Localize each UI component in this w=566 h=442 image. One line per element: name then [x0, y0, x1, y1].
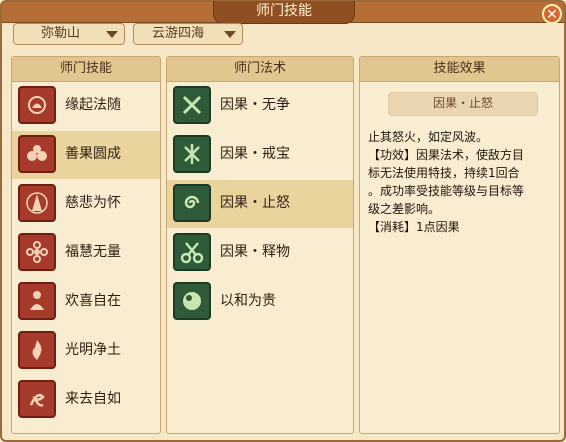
crossed-swords-icon	[173, 86, 211, 124]
window-title: 师门技能	[213, 1, 355, 24]
flame-icon	[18, 331, 56, 369]
rune-icon	[173, 135, 211, 173]
category-dropdown-value: 云游四海	[152, 26, 205, 41]
skill-row-7[interactable]: 来去自如	[12, 376, 160, 424]
meditating-monk-icon	[18, 282, 56, 320]
skill-row-6[interactable]: 光明净土	[12, 327, 160, 375]
effect-panel-title: 技能效果	[360, 57, 559, 82]
selected-skill-name: 因果・止怒	[388, 92, 538, 116]
skills-panel-title: 师门技能	[12, 57, 160, 82]
spells-panel-title: 师门法术	[167, 57, 353, 82]
spell-label: 以和为贵	[220, 293, 276, 309]
description-line: 【功效】因果法术，使敌方目	[368, 148, 525, 162]
flower-icon	[18, 233, 56, 271]
scroll-icon	[18, 380, 56, 418]
skills-panel: 师门技能 缘起法随 善果圆成 慈悲为怀 福慧无量 欢喜自在 光明净土 来去自如	[11, 56, 161, 434]
skill-label: 善果圆成	[65, 146, 121, 162]
sect-dropdown-value: 弥勒山	[41, 26, 81, 41]
description-line: 。成功率受技能等级与目标等	[368, 184, 525, 198]
skill-row-4[interactable]: 福慧无量	[12, 229, 160, 277]
category-dropdown[interactable]: 云游四海	[133, 23, 243, 45]
spell-row-2[interactable]: 因果・戒宝	[167, 131, 353, 179]
skill-label: 缘起法随	[65, 97, 121, 113]
spells-panel: 师门法术 因果・无争 因果・戒宝 因果・止怒 因果・释物 以和为贵	[166, 56, 354, 434]
chevron-down-icon	[224, 31, 236, 38]
spell-label: 因果・释物	[220, 244, 290, 260]
description-line: 标无法使用特技，持续1回合	[368, 166, 520, 180]
spell-label: 因果・戒宝	[220, 146, 290, 162]
praying-hands-icon	[18, 184, 56, 222]
effect-panel: 技能效果 因果・止怒 止其怒火，如定风波。 【功效】因果法术，使敌方目 标无法使…	[359, 56, 560, 434]
skill-row-5[interactable]: 欢喜自在	[12, 278, 160, 326]
close-button[interactable]: ✕	[542, 4, 562, 24]
skill-label: 光明净土	[65, 342, 121, 358]
description-line: 级之差影响。	[368, 202, 441, 216]
swirl-icon	[173, 184, 211, 222]
skill-description: 止其怒火，如定风波。 【功效】因果法术，使敌方目 标无法使用特技，持续1回合 。…	[368, 128, 553, 236]
chevron-down-icon	[106, 31, 118, 38]
spell-row-1[interactable]: 因果・无争	[167, 82, 353, 130]
skill-label: 慈悲为怀	[65, 195, 121, 211]
spell-row-3[interactable]: 因果・止怒	[167, 180, 353, 228]
sect-dropdown[interactable]: 弥勒山	[13, 23, 125, 45]
scissors-icon	[173, 233, 211, 271]
description-line: 【消耗】1点因果	[368, 220, 460, 234]
skill-label: 来去自如	[65, 391, 121, 407]
spell-row-4[interactable]: 因果・释物	[167, 229, 353, 277]
spell-label: 因果・止怒	[220, 195, 290, 211]
description-line: 止其怒火，如定风波。	[368, 130, 489, 144]
spell-label: 因果・无争	[220, 97, 290, 113]
skill-window: 师门技能 ✕ 弥勒山 云游四海 师门技能 缘起法随 善果圆成 慈悲为怀 福慧无量…	[0, 0, 566, 442]
skill-label: 欢喜自在	[65, 293, 121, 309]
skill-row-1[interactable]: 缘起法随	[12, 82, 160, 130]
skill-label: 福慧无量	[65, 244, 121, 260]
fruit-icon	[18, 135, 56, 173]
skill-row-2[interactable]: 善果圆成	[12, 131, 160, 179]
orb-icon	[173, 282, 211, 320]
skill-row-3[interactable]: 慈悲为怀	[12, 180, 160, 228]
lotus-hand-icon	[18, 86, 56, 124]
spell-row-5[interactable]: 以和为贵	[167, 278, 353, 326]
